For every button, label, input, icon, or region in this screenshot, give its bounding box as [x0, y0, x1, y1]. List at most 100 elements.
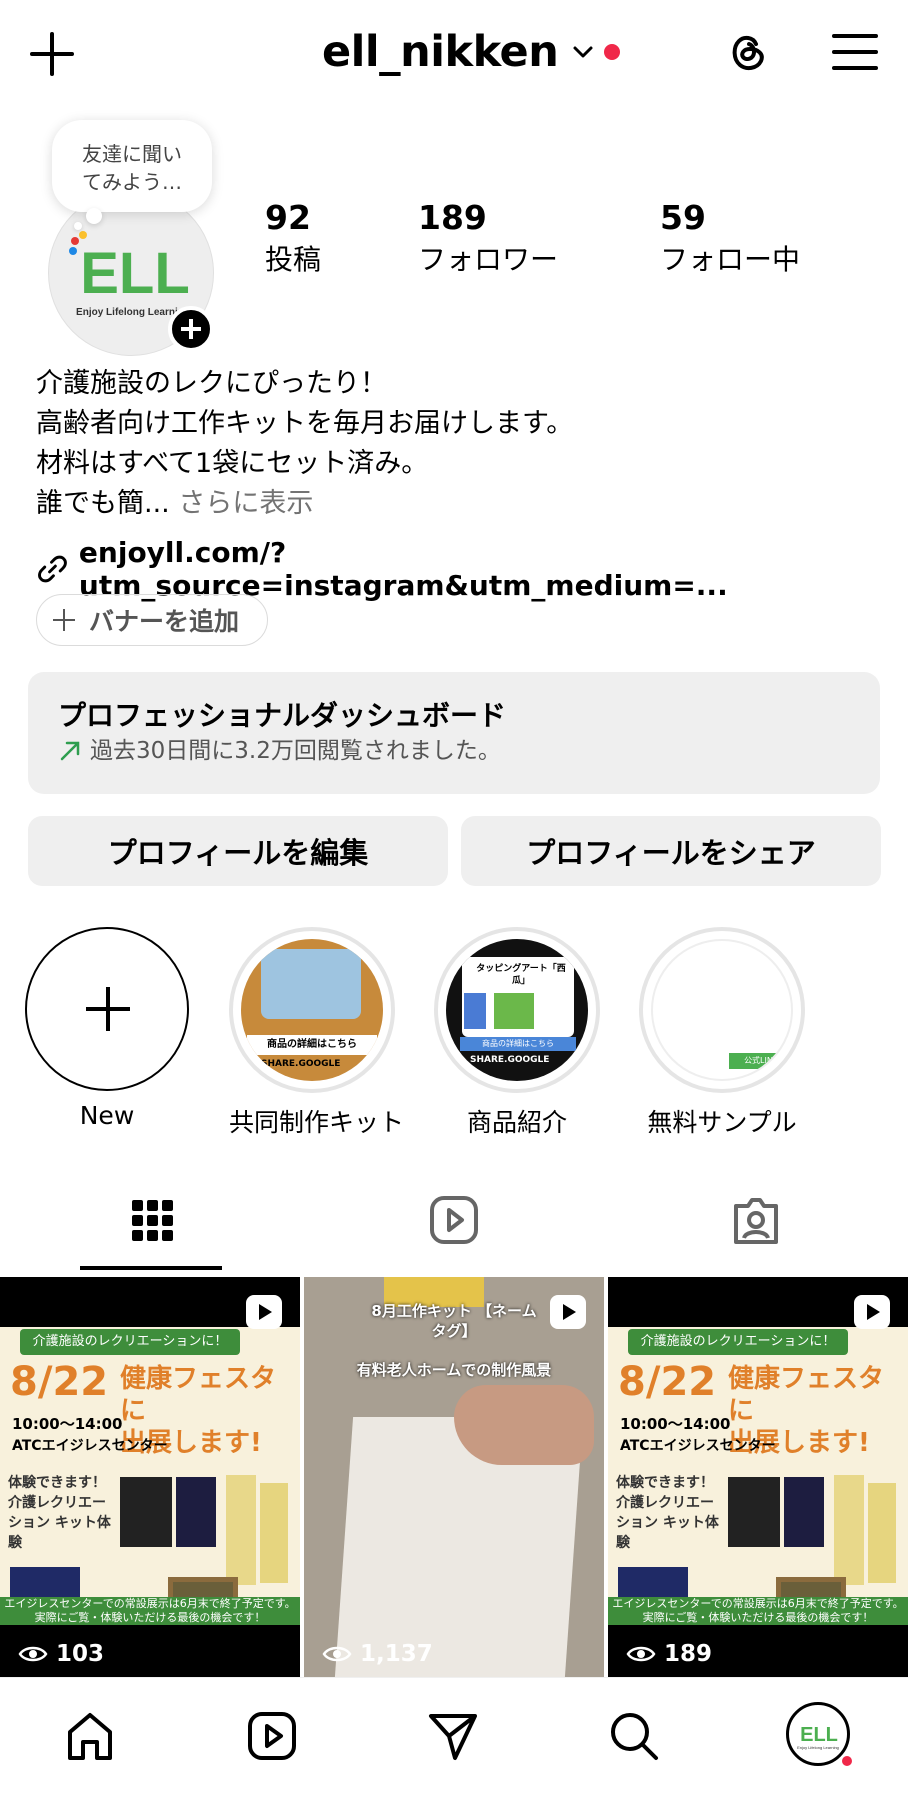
poster-time: 10:00～14:00 [12, 1415, 123, 1433]
hamburger-menu-icon[interactable] [832, 30, 878, 74]
poster-experience: 体験できます！ 介護レクリエーション キット体験 [616, 1475, 719, 1551]
highlight-joint-kit[interactable]: 商品の詳細はこちら SHARE.GOOGLE 共同制作キット [229, 927, 405, 1139]
highlight-label: New [79, 1101, 135, 1130]
grid-icon[interactable] [122, 1190, 182, 1250]
account-switcher[interactable]: ell_nikken [322, 26, 621, 78]
eye-icon [18, 1646, 48, 1662]
search-icon[interactable] [606, 1708, 662, 1764]
link-icon [38, 555, 67, 583]
note-text: 友達に聞い てみよう… [82, 142, 182, 194]
dashboard-title: プロフェッショナルダッシュボード [58, 699, 507, 732]
highlight-free-sample[interactable]: 公式LINE 無料サンプル [639, 927, 805, 1139]
post-tile[interactable]: 介護施設のレクリエーションに！ 8/22 健康フェスタに 出展します! 10:00… [608, 1277, 908, 1677]
top-bar: ell_nikken [0, 0, 908, 104]
post-image: 8月工作キット 【ネームタグ】 有料老人ホームでの制作風景 [304, 1277, 604, 1677]
view-count: 189 [626, 1641, 712, 1667]
notification-dot [604, 44, 621, 60]
highlight-label: 共同制作キット [229, 1108, 405, 1137]
poster-experience: 体験できます！ 介護レクリエーション キット体験 [8, 1475, 111, 1551]
view-count: 1,137 [322, 1641, 433, 1667]
avatar-logo-text: ELL [80, 241, 190, 306]
stat-label: 投稿 [265, 243, 322, 276]
stat-label: フォロワー [418, 243, 559, 276]
reel-badge-icon [550, 1295, 586, 1329]
stat-label: フォロー中 [660, 243, 801, 276]
highlight-label: 無料サンプル [647, 1108, 797, 1137]
reel-badge-icon [246, 1295, 282, 1329]
highlight-label: 商品紹介 [466, 1108, 567, 1137]
reel-badge-icon [854, 1295, 890, 1329]
username[interactable]: ell_nikken [322, 27, 559, 77]
notification-dot [840, 1754, 854, 1768]
poster-location: ATCエイジレスセンター [620, 1438, 776, 1454]
share-profile-button[interactable]: プロフィールをシェア [461, 816, 881, 886]
bio: 介護施設のレクにぴったり！ 高齢者向け工作キットを毎月お届けします。 材料はすべ… [36, 364, 573, 524]
ell-logo-image: ELL Enjoy Lifelong Learning [797, 1724, 839, 1750]
highlight-thumbnail: 商品の詳細はこちら SHARE.GOOGLE [241, 939, 383, 1081]
direct-message-icon[interactable] [425, 1708, 481, 1764]
tagged-icon[interactable] [726, 1190, 786, 1250]
professional-dashboard[interactable]: プロフェッショナルダッシュボード 過去30日間に3.2万回閲覧されました。 [28, 672, 880, 794]
poster-date: 8/22 [618, 1359, 717, 1405]
post-image: 介護施設のレクリエーションに！ 8/22 健康フェスタに 出展します! 10:00… [0, 1277, 300, 1677]
stat-value: 189 [418, 198, 487, 237]
reels-icon[interactable] [424, 1190, 484, 1250]
highlight-caption: 商品の詳細はこちら [460, 1037, 576, 1051]
highlight-caption: 商品の詳細はこちら [247, 1035, 377, 1055]
new-highlight-plus-icon[interactable] [25, 927, 189, 1091]
poster-footer: エイジレスセンターでの常設展示は6月末で終了予定です。 実際にご覧・体験いただけ… [608, 1597, 908, 1625]
stat-value: 92 [265, 198, 311, 237]
poster-date: 8/22 [10, 1359, 109, 1405]
stat-followers[interactable]: 189 フォロワー [418, 196, 558, 280]
highlight-thumbnail: 公式LINE [651, 939, 793, 1081]
highlight-product-title: タッピングアート「西瓜」 [476, 964, 566, 986]
poster-time: 10:00～14:00 [620, 1415, 731, 1433]
highlight-products[interactable]: タッピングアート「西瓜」 商品の詳細はこちら SHARE.GOOGLE 商品紹介 [434, 927, 600, 1139]
stat-following[interactable]: 59 フォロー中 [660, 196, 800, 280]
poster-header: 介護施設のレクリエーションに！ [20, 1329, 240, 1355]
edit-profile-button[interactable]: プロフィールを編集 [28, 816, 448, 886]
threads-icon[interactable] [722, 26, 774, 78]
bio-line: 高齢者向け工作キットを毎月お届けします。 [36, 408, 574, 439]
video-caption: 有料老人ホームでの制作風景 [356, 1361, 552, 1379]
create-plus-icon[interactable] [28, 30, 76, 78]
trend-up-icon [60, 741, 80, 761]
poster-header: 介護施設のレクリエーションに！ [628, 1329, 848, 1355]
bio-line: 材料はすべて1袋にセット済み。 [36, 448, 429, 479]
bottom-navigation: ELL Enjoy Lifelong Learning [0, 1677, 908, 1801]
profile-avatar-area[interactable]: ELL Enjoy Lifelong Learning [48, 190, 220, 362]
view-count: 103 [18, 1641, 104, 1667]
post-tile[interactable]: 介護施設のレクリエーションに！ 8/22 健康フェスタに 出展します! 10:00… [0, 1277, 300, 1677]
post-image: 介護施設のレクリエーションに！ 8/22 健康フェスタに 出展します! 10:00… [608, 1277, 908, 1677]
active-tab-indicator [80, 1266, 222, 1270]
nav-avatar-logo: ELL [800, 1724, 838, 1746]
see-more-link[interactable]: さらに表示 [178, 488, 313, 519]
eye-icon [322, 1646, 352, 1662]
home-icon[interactable] [62, 1708, 118, 1764]
posts-grid: 介護施設のレクリエーションに！ 8/22 健康フェスタに 出展します! 10:00… [0, 1277, 908, 1677]
poster-footer: エイジレスセンターでの常設展示は6月末で終了予定です。 実際にご覧・体験いただけ… [0, 1597, 300, 1625]
add-banner-label: バナーを追加 [89, 607, 240, 636]
stat-value: 59 [660, 198, 706, 237]
bio-line: 介護施設のレクにぴったり！ [36, 368, 387, 399]
highlight-url: SHARE.GOOGLE [261, 1059, 341, 1069]
note-bubble[interactable]: 友達に聞い てみよう… [52, 120, 212, 212]
dashboard-subtitle: 過去30日間に3.2万回閲覧されました。 [90, 738, 501, 764]
note-bubble-tail [86, 208, 102, 224]
highlight-url: SHARE.GOOGLE [470, 1055, 550, 1065]
reels-icon[interactable] [244, 1708, 300, 1764]
highlight-new[interactable]: New [24, 927, 190, 1130]
external-link[interactable]: enjoyll.com/?utm_source=instagram&utm_me… [36, 536, 908, 602]
link-text[interactable]: enjoyll.com/?utm_source=instagram&utm_me… [79, 536, 908, 602]
highlight-caption: 公式LINE [729, 1053, 789, 1069]
chevron-down-icon[interactable] [572, 41, 594, 63]
add-story-plus-icon[interactable] [168, 306, 214, 352]
note-bubble-tail-small [74, 222, 82, 230]
plus-icon [53, 609, 75, 631]
profile-tabs [0, 1180, 908, 1270]
highlight-thumbnail: タッピングアート「西瓜」 商品の詳細はこちら SHARE.GOOGLE [446, 939, 588, 1081]
eye-icon [626, 1646, 656, 1662]
post-tile[interactable]: 8月工作キット 【ネームタグ】 有料老人ホームでの制作風景 1,137 [304, 1277, 604, 1677]
add-banner-button[interactable]: バナーを追加 [36, 594, 268, 646]
stat-posts[interactable]: 92 投稿 [265, 196, 321, 280]
